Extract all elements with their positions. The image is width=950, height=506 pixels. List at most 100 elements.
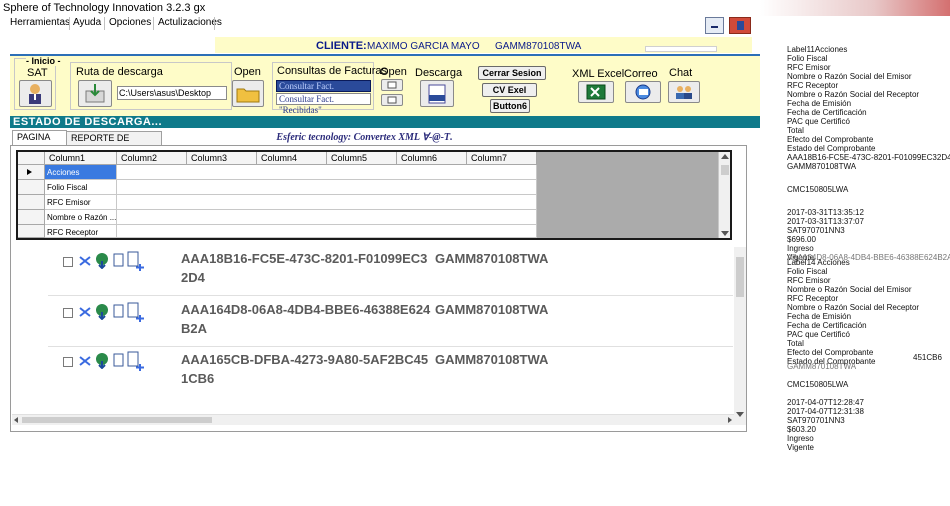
grid-scrollbar[interactable] (718, 152, 730, 238)
xml-excel-button[interactable] (578, 81, 614, 103)
close-button[interactable] (729, 17, 751, 34)
copy-icon[interactable] (112, 303, 126, 319)
detail-line: 2017-03-31T13:37:07 (787, 217, 864, 226)
brand-watermark: Esferic tecnology: Convertex XML ∀-@-Ƭ. (252, 131, 477, 144)
cerrar-sesion-button[interactable]: Cerrar Sesion (478, 66, 546, 80)
grid-column-header[interactable]: Column2 (117, 152, 187, 165)
consultar-emitidas-button[interactable]: Consultar Fact. "Emitidas" (276, 80, 371, 102)
detail-line: Ingreso (787, 244, 814, 253)
globe-download-icon[interactable] (94, 351, 110, 369)
add-document-icon[interactable] (126, 301, 146, 323)
detail-line: Fecha de Emisión (787, 312, 852, 321)
scroll-left-icon[interactable] (14, 417, 18, 423)
grid-cell[interactable]: Folio Fiscal (45, 180, 117, 195)
grid-column-header[interactable]: Column3 (187, 152, 257, 165)
scroll-down-icon[interactable] (721, 231, 729, 236)
detail-line: GAMM870108TWA (787, 162, 857, 171)
grid-column-header[interactable]: Column1 (45, 152, 117, 165)
grid-row-header[interactable] (18, 195, 45, 210)
grid-column-header[interactable]: Column4 (257, 152, 327, 165)
grid-cell[interactable] (117, 195, 537, 210)
menu-opciones[interactable]: Opciones (109, 17, 151, 28)
button6[interactable]: Button6 (490, 99, 530, 113)
grid-cell[interactable] (117, 180, 537, 195)
open-recibidas-button[interactable] (381, 94, 403, 106)
descarga-button[interactable] (420, 80, 454, 107)
grid-cell[interactable] (117, 210, 537, 225)
menu-ayuda[interactable]: Ayuda (73, 17, 101, 28)
banner-field[interactable] (645, 46, 717, 52)
row-checkbox[interactable] (63, 357, 73, 367)
open-folder-button[interactable] (232, 80, 264, 107)
row-checkbox[interactable] (63, 308, 73, 318)
menu-bar: Herramientas Ayuda Opciones Actulizacion… (0, 16, 760, 31)
ruta-button[interactable] (78, 80, 112, 107)
consultas-label: Consultas de Facturas (277, 65, 388, 77)
grid-cell[interactable]: RFC Emisor (45, 195, 117, 210)
detail-line: Nombre o Razón Social del Receptor (787, 303, 920, 312)
list-scrollbar[interactable] (734, 247, 746, 425)
detail-line: Total (787, 339, 804, 348)
grid-cell[interactable]: Nombre o Razón ... (45, 210, 117, 225)
grid-row-header[interactable] (18, 225, 45, 238)
cv-exel-button[interactable]: CV Exel (482, 83, 537, 97)
row-checkbox[interactable] (63, 257, 73, 267)
folio-fiscal: AAA18B16-FC5E-473C-8201-F01099EC32D4 (181, 251, 428, 285)
open-emitidas-button[interactable] (381, 79, 403, 91)
chat-button[interactable] (668, 81, 700, 103)
tab-pagina-sat[interactable]: PAGINA SAT (12, 130, 67, 155)
grid-column-header[interactable]: Column5 (327, 152, 397, 165)
xml-icon[interactable] (78, 305, 92, 319)
grid-row-header[interactable] (18, 210, 45, 225)
client-name: MAXIMO GARCIA MAYO (367, 41, 480, 52)
grid-column-header[interactable]: Column6 (397, 152, 467, 165)
copy-icon[interactable] (112, 252, 126, 268)
xml-icon[interactable] (78, 354, 92, 368)
menu-actulizaciones[interactable]: Actulizaciones (158, 17, 222, 28)
grid-cell[interactable]: Acciones (45, 165, 117, 180)
detail-line: SAT970701NN3 (787, 226, 845, 235)
list-horizontal-scrollbar[interactable] (12, 414, 734, 425)
copy-icon[interactable] (112, 352, 126, 368)
details-block: Label11Acciones Folio Fiscal RFC Emisor … (787, 45, 950, 262)
correo-button[interactable] (625, 81, 661, 103)
list-item: AAA164D8-06A8-4DB4-BBE6-46388E624B2A GAM… (48, 297, 733, 347)
minimize-button[interactable] (705, 17, 724, 34)
grid-cell[interactable] (117, 165, 537, 180)
grid-row-header[interactable] (18, 165, 45, 180)
rfc-value: GAMM870108TWA (435, 251, 549, 266)
scroll-right-icon[interactable] (728, 417, 732, 423)
scroll-up-icon[interactable] (721, 154, 729, 159)
inicio-label: - Inicio - (26, 56, 61, 66)
sat-label: SAT (27, 67, 48, 79)
folio-fiscal: AAA165CB-DFBA-4273-9A80-5AF2BC451CB6 (181, 352, 429, 386)
ruta-label: Ruta de descarga (76, 66, 163, 78)
consultar-recibidas-button[interactable]: Consultar Fact. "Recibidas" (276, 93, 371, 115)
detail-line: Total (787, 126, 804, 135)
grid-column-header[interactable]: Column7 (467, 152, 537, 165)
sat-button[interactable] (19, 80, 52, 107)
data-grid[interactable]: Column1 Column2 Column3 Column4 Column5 … (16, 150, 732, 240)
grid-cell[interactable] (117, 225, 537, 238)
grid-row-header[interactable] (18, 180, 45, 195)
section-title: ESTADO DE DESCARGA... (10, 116, 760, 128)
detail-line: Folio Fiscal (787, 54, 828, 63)
grid-cell[interactable]: RFC Receptor (45, 225, 117, 238)
menu-herramientas[interactable]: Herramientas (10, 17, 70, 28)
details-block: Label14 Acciones Folio Fiscal RFC Emisor… (787, 258, 919, 366)
scroll-down-icon[interactable] (736, 412, 744, 417)
tab-reporte-descarga[interactable]: REPORTE DE DESCARGA (66, 131, 162, 156)
scroll-thumb[interactable] (721, 165, 729, 175)
scroll-thumb[interactable] (22, 417, 212, 423)
details-block: CMC150805LWA 2017-04-07T12:28:47 2017-04… (787, 380, 864, 452)
add-document-icon[interactable] (126, 250, 146, 272)
ruta-input[interactable]: C:\Users\asus\Desktop (117, 86, 227, 100)
document-icon (387, 96, 397, 104)
globe-download-icon[interactable] (94, 251, 110, 269)
globe-download-icon[interactable] (94, 302, 110, 320)
add-document-icon[interactable] (126, 350, 146, 372)
window-title: Sphere of Technology Innovation 3.2.3 gx (3, 2, 206, 14)
open-label: Open (234, 66, 261, 78)
scroll-thumb[interactable] (736, 257, 744, 297)
xml-icon[interactable] (78, 254, 92, 268)
